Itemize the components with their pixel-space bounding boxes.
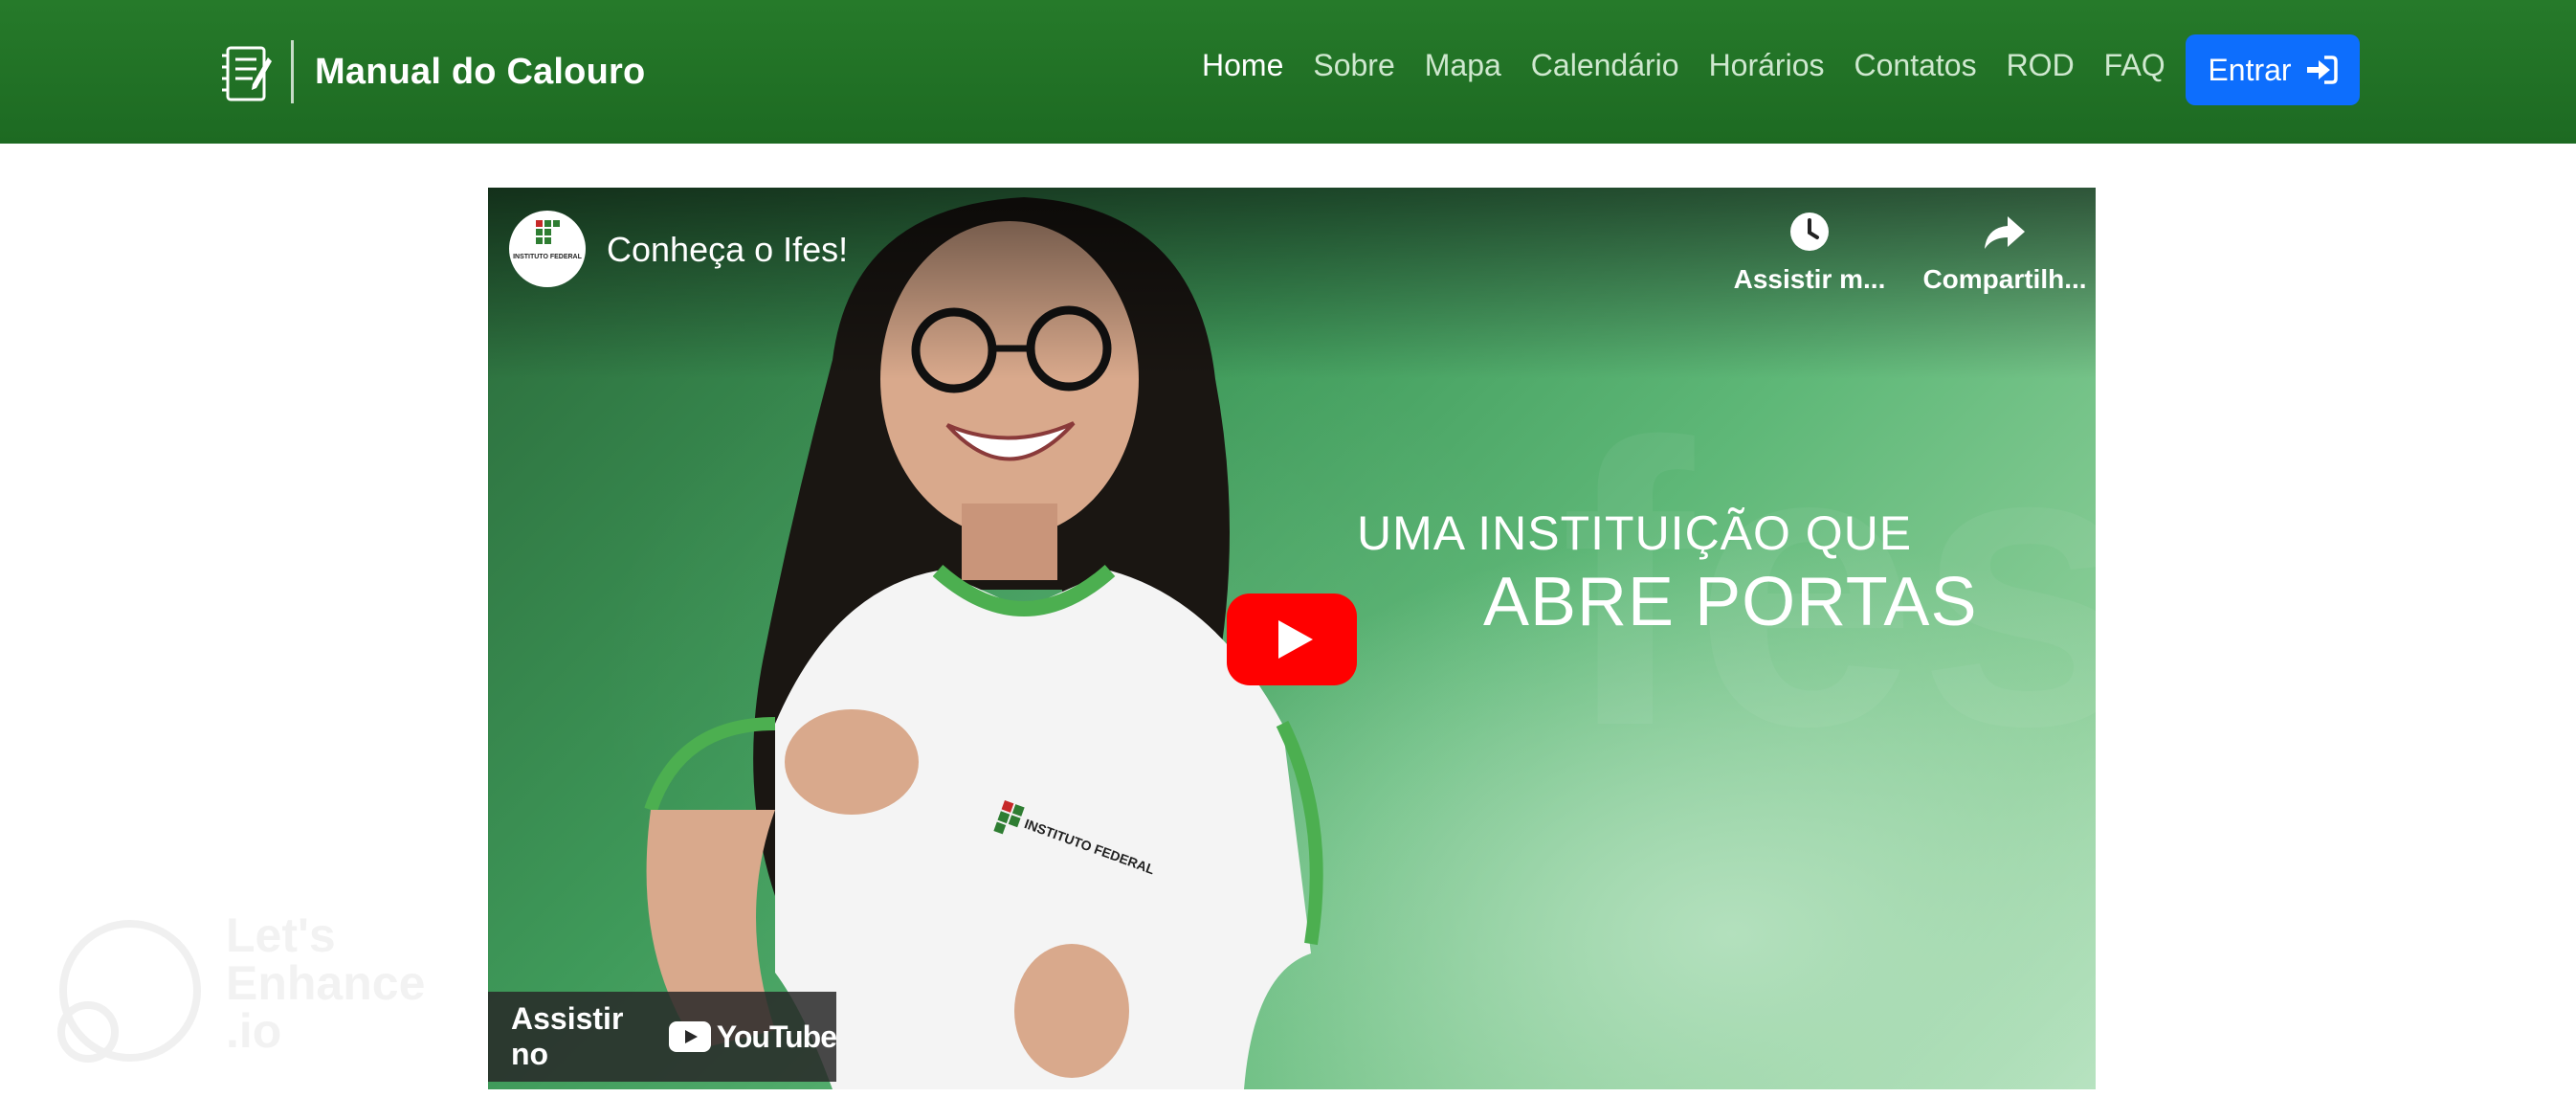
- watch-on-label: Assistir no: [511, 1001, 624, 1071]
- login-button[interactable]: Entrar: [2186, 34, 2360, 105]
- nav-faq[interactable]: FAQ: [2104, 48, 2165, 83]
- watch-later-button[interactable]: Assistir m...: [1719, 211, 1900, 295]
- nav-calendario[interactable]: Calendário: [1531, 48, 1679, 83]
- clock-icon: [1790, 213, 1829, 251]
- play-icon[interactable]: [1227, 594, 1357, 685]
- nav-home[interactable]: Home: [1202, 48, 1283, 83]
- channel-logo[interactable]: INSTITUTO FEDERAL: [509, 211, 586, 287]
- watermark-line-3: .io: [226, 1004, 282, 1058]
- watermark-text: Let's Enhance .io: [226, 911, 425, 1055]
- brand-title: Manual do Calouro: [315, 51, 646, 92]
- youtube-logo: YouTube: [668, 1019, 837, 1055]
- share-arrow-icon: [1985, 216, 2025, 249]
- nav-contatos[interactable]: Contatos: [1854, 48, 1976, 83]
- nav-horarios[interactable]: Horários: [1709, 48, 1825, 83]
- lets-enhance-watermark: Let's Enhance .io: [54, 911, 455, 1074]
- channel-logo-text: INSTITUTO FEDERAL: [513, 254, 583, 260]
- watermark-line-2: Enhance: [226, 956, 426, 1010]
- overlay-line-2: ABRE PORTAS: [1483, 564, 1978, 640]
- share-button[interactable]: Compartilh...: [1914, 211, 2096, 295]
- watch-on-youtube-button[interactable]: Assistir no YouTube: [488, 992, 837, 1082]
- ifes-logo: INSTITUTO FEDERAL: [513, 220, 583, 260]
- share-label: Compartilh...: [1922, 264, 2087, 294]
- sign-in-icon: [2306, 56, 2338, 84]
- overlay-line-1: UMA INSTITUIÇÃO QUE: [1357, 506, 1913, 560]
- watch-later-label: Assistir m...: [1733, 264, 1886, 294]
- watermark-line-1: Let's: [226, 908, 336, 962]
- watermark-circle-icon: [57, 920, 201, 1063]
- nav-mapa[interactable]: Mapa: [1425, 48, 1501, 83]
- notebook-icon: [222, 46, 272, 101]
- youtube-wordmark: YouTube: [716, 1019, 837, 1054]
- video-title[interactable]: Conheça o Ifes!: [607, 230, 848, 270]
- brand-link[interactable]: Manual do Calouro: [220, 36, 645, 107]
- login-button-label: Entrar: [2208, 52, 2292, 87]
- nav-rod[interactable]: ROD: [2007, 48, 2075, 83]
- nav-sobre[interactable]: Sobre: [1313, 48, 1394, 83]
- top-navbar: Manual do Calouro Home Sobre Mapa Calend…: [0, 0, 2576, 144]
- nav-menu: Home Sobre Mapa Calendário Horários Cont…: [1202, 48, 2195, 83]
- youtube-icon: [668, 1021, 711, 1052]
- youtube-video-embed[interactable]: fes INSTITUTO FEDERAL INSTITUTO FEDERAL …: [488, 188, 2096, 1089]
- brand-divider: [291, 40, 294, 103]
